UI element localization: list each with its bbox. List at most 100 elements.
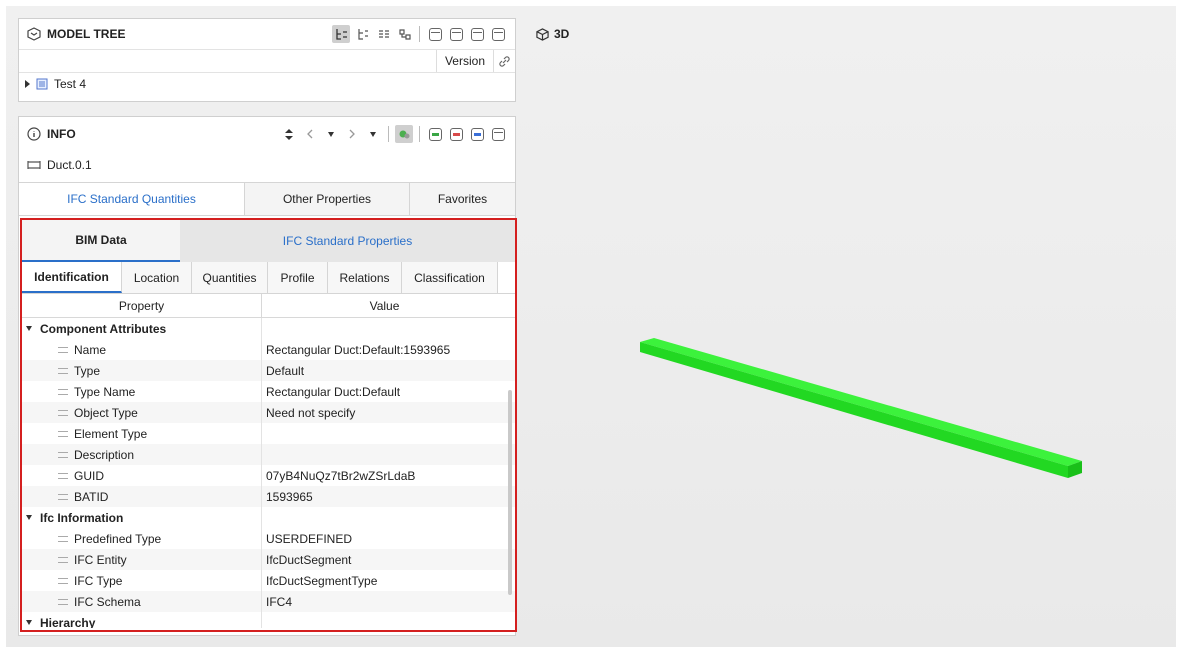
subtab-quantities[interactable]: Quantities	[192, 262, 268, 293]
grid-header: Property Value	[22, 294, 515, 318]
collapse-caret-icon[interactable]	[26, 515, 32, 520]
value-cell: IFC4	[266, 594, 293, 609]
tree-item-label: Test 4	[54, 77, 87, 91]
sort-icon[interactable]	[280, 125, 298, 143]
value-cell: Need not specify	[266, 405, 356, 420]
subtab-relations[interactable]: Relations	[328, 262, 402, 293]
grid-body: Component Attributes Name Rectangular Duct…	[22, 318, 515, 628]
group-label: Component Attributes	[40, 321, 167, 336]
forward-icon[interactable]	[343, 125, 361, 143]
tab-bim-data[interactable]: BIM Data	[22, 220, 180, 262]
toolbar-separator	[388, 126, 389, 142]
group-cell: Hierarchy	[22, 612, 262, 628]
tree-item-test-4[interactable]: Test 4	[19, 73, 515, 95]
info-icon	[27, 127, 41, 141]
table-row[interactable]: IFC Schema IFC4	[22, 591, 515, 612]
property-cell: BATID	[22, 486, 262, 507]
table-row[interactable]: Predefined Type USERDEFINED	[22, 528, 515, 549]
selected-element: Duct.0.1	[19, 151, 515, 179]
drag-handle-icon[interactable]	[58, 367, 68, 374]
remove-favorite-icon[interactable]	[447, 125, 465, 143]
drag-handle-icon[interactable]	[58, 577, 68, 584]
drag-handle-icon[interactable]	[58, 388, 68, 395]
table-row[interactable]: GUID 07yB4NuQz7tBr2wZSrLdaB	[22, 465, 515, 486]
drag-handle-icon[interactable]	[58, 493, 68, 500]
table-row[interactable]: Object Type Need not specify	[22, 402, 515, 423]
drag-handle-icon[interactable]	[58, 451, 68, 458]
table-row[interactable]: Type Default	[22, 360, 515, 381]
group-label: Hierarchy	[40, 615, 96, 629]
table-row[interactable]: Name Rectangular Duct:Default:1593965	[22, 339, 515, 360]
tree-view-icon[interactable]	[332, 25, 350, 43]
tab-ifc-standard-properties[interactable]: IFC Standard Properties	[180, 220, 515, 262]
back-icon[interactable]	[301, 125, 319, 143]
group-cell: Component Attributes	[22, 318, 262, 339]
property-name: IFC Type	[74, 573, 123, 588]
value-cell: Rectangular Duct:Default	[266, 384, 401, 399]
tree-window-icon[interactable]	[489, 25, 507, 43]
collapse-caret-icon[interactable]	[26, 326, 32, 331]
drag-handle-icon[interactable]	[58, 535, 68, 542]
tree-layer-icon[interactable]	[374, 25, 392, 43]
property-name: Type	[74, 363, 101, 378]
table-row[interactable]: IFC Type IfcDuctSegmentType	[22, 570, 515, 591]
property-name: BATID	[74, 489, 109, 504]
value-cell: IfcDuctSegmentType	[266, 573, 378, 588]
back-dropdown-icon[interactable]	[322, 125, 340, 143]
tab-ifc-standard-quantities[interactable]: IFC Standard Quantities	[19, 183, 245, 215]
toolbar-separator	[419, 126, 420, 142]
model-tree-toolbar	[332, 25, 507, 43]
table-row[interactable]: Element Type	[22, 423, 515, 444]
table-row[interactable]: Type Name Rectangular Duct:Default	[22, 381, 515, 402]
tree-add-icon[interactable]	[426, 25, 444, 43]
duct-top-face	[640, 338, 1082, 466]
duct-icon	[27, 161, 41, 169]
property-name: Name	[74, 342, 107, 357]
subtab-profile[interactable]: Profile	[268, 262, 328, 293]
property-cell: GUID	[22, 465, 262, 486]
info-window-icon[interactable]	[489, 125, 507, 143]
add-favorite-icon[interactable]	[426, 125, 444, 143]
property-name: Element Type	[74, 426, 148, 441]
group-row[interactable]: Ifc Information	[22, 507, 515, 528]
drag-handle-icon[interactable]	[58, 409, 68, 416]
grid-scrollbar[interactable]	[508, 390, 512, 595]
subtab-identification[interactable]: Identification	[22, 262, 122, 293]
toolbar-separator	[419, 26, 420, 42]
value-cell: 07yB4NuQz7tBr2wZSrLdaB	[266, 468, 416, 483]
subtab-location[interactable]: Location	[122, 262, 192, 293]
link-icon[interactable]	[493, 50, 515, 72]
column-header-value[interactable]: Value	[262, 294, 507, 317]
tree-type-icon[interactable]	[353, 25, 371, 43]
group-value-cell	[262, 318, 515, 339]
group-row[interactable]: Hierarchy	[22, 612, 515, 628]
info-isolate-icon[interactable]	[468, 125, 486, 143]
drag-handle-icon[interactable]	[58, 598, 68, 605]
drag-handle-icon[interactable]	[58, 556, 68, 563]
expand-caret-icon[interactable]	[25, 80, 30, 88]
tree-isolate-icon[interactable]	[468, 25, 486, 43]
drag-handle-icon[interactable]	[58, 430, 68, 437]
property-cell: Element Type	[22, 423, 262, 444]
version-button[interactable]: Version	[435, 50, 493, 72]
subtab-classification[interactable]: Classification	[402, 262, 498, 293]
collapse-caret-icon[interactable]	[26, 620, 32, 625]
table-row[interactable]: Description	[22, 444, 515, 465]
forward-dropdown-icon[interactable]	[364, 125, 382, 143]
property-name: Description	[74, 447, 135, 462]
table-row[interactable]: IFC Entity IfcDuctSegment	[22, 549, 515, 570]
viewport-3d-label[interactable]: 3D	[536, 27, 569, 41]
drag-handle-icon[interactable]	[58, 346, 68, 353]
table-row[interactable]: BATID 1593965	[22, 486, 515, 507]
tab-favorites[interactable]: Favorites	[410, 183, 515, 215]
tree-remove-icon[interactable]	[447, 25, 465, 43]
tree-system-icon[interactable]	[395, 25, 413, 43]
column-header-property[interactable]: Property	[22, 294, 262, 317]
group-row[interactable]: Component Attributes	[22, 318, 515, 339]
tab-other-properties[interactable]: Other Properties	[245, 183, 410, 215]
drag-handle-icon[interactable]	[58, 472, 68, 479]
property-name: GUID	[74, 468, 104, 483]
highlight-icon[interactable]	[395, 125, 413, 143]
info-toolbar	[280, 125, 507, 143]
duct-3d-object[interactable]	[630, 330, 1100, 500]
